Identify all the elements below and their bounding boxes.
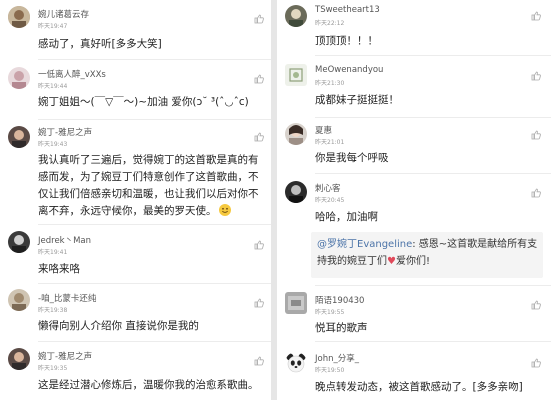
comment-item: Jedrek丶Man 昨天19:41 来咯来咯: [0, 226, 271, 284]
comment-text: 悦耳的歌声: [315, 322, 368, 334]
thumbs-up-icon[interactable]: [254, 235, 264, 250]
username[interactable]: 刺心客: [315, 182, 341, 194]
username[interactable]: 一低离人醉_vXXs: [38, 68, 106, 80]
left-comment-panel: 婉儿诸葛云存 昨天19:47 感动了，真好听[多多大笑] 一低离人醉_vXXs …: [0, 0, 271, 400]
username[interactable]: Jedrek丶Man: [38, 234, 91, 246]
avatar[interactable]: [8, 289, 30, 311]
comment-text: 懒得向别人介绍你 直接说你是我的: [38, 320, 199, 332]
timestamp: 昨天19:35: [38, 365, 68, 372]
timestamp: 昨天22:12: [315, 20, 345, 27]
reply-line: 持我的婉豆丁们♥爱你们!: [317, 253, 537, 270]
comment-item: 一低离人醉_vXXs 昨天19:44 婉丁姐姐～(￣▽￣～)~加油 爱你(ↄ˘ …: [0, 60, 271, 120]
comment-item: 婉丁-雅尼之声 昨天19:43 我认真听了三遍后，觉得婉丁的这首歌是真的有 感而…: [0, 120, 271, 225]
thumbs-up-icon[interactable]: [531, 295, 541, 310]
timestamp: 昨天19:43: [38, 141, 68, 148]
comment-text: 哈哈，加油啊: [315, 211, 378, 223]
comment-item: 刺心客 昨天20:45 哈哈，加油啊 @罗婉丁Evangeline: 感恩~这首…: [277, 174, 551, 286]
avatar[interactable]: [8, 348, 30, 370]
reply-text: 持我的婉豆丁们: [317, 256, 387, 267]
comment-item: -咱_比蒙卡还纯 昨天19:38 懒得向别人介绍你 直接说你是我的: [0, 284, 271, 342]
comment-text-line: 离不弃，永远守候你，最美的罗天使。: [38, 203, 261, 221]
comment-text: 你是我每个呼吸: [315, 152, 389, 164]
username[interactable]: 陌语190430: [315, 294, 364, 306]
avatar[interactable]: [285, 64, 307, 86]
smile-emoji-icon: [218, 204, 231, 216]
username[interactable]: 婉儿诸葛云存: [38, 8, 89, 20]
timestamp: 昨天20:45: [315, 197, 345, 204]
comment-text: 来咯来咯: [38, 263, 80, 275]
timestamp: 昨天19:38: [38, 307, 68, 314]
timestamp: 昨天19:47: [38, 23, 68, 30]
mention-link[interactable]: @罗婉丁Evangeline: [317, 239, 412, 250]
comment-item: 婉儿诸葛云存 昨天19:47 感动了，真好听[多多大笑]: [0, 0, 271, 60]
thumbs-up-icon[interactable]: [254, 351, 264, 366]
comment-text-line: 仅让我们倍感亲切和温暖，也让我们以后对你不: [38, 188, 259, 200]
timestamp: 昨天21:30: [315, 80, 345, 87]
comment-text-line: 我认真听了三遍后，觉得婉丁的这首歌是真的有: [38, 154, 259, 166]
username[interactable]: TSweetheart13: [315, 5, 380, 15]
username[interactable]: -咱_比蒙卡还纯: [38, 292, 96, 304]
comment-text: 成都妹子挺挺挺！: [315, 94, 399, 106]
comment-item: TSweetheart13 昨天22:12 顶顶顶！！！: [277, 0, 551, 56]
thumbs-up-icon[interactable]: [531, 66, 541, 81]
comment-text-line: 感而发，为了婉豆丁们特意创作了这首歌曲，不: [38, 171, 259, 183]
avatar[interactable]: [285, 181, 307, 203]
thumbs-up-icon[interactable]: [531, 353, 541, 368]
right-comment-panel: TSweetheart13 昨天22:12 顶顶顶！！！ MeOwenandyo…: [277, 0, 551, 400]
username[interactable]: 婉丁-雅尼之声: [38, 126, 92, 138]
comment-text: 离不弃，永远守候你，最美的罗天使。: [38, 205, 217, 217]
avatar[interactable]: [285, 123, 307, 145]
reply-text: : 感恩~这首歌是献给所有支: [412, 239, 538, 250]
username[interactable]: MeOwenandyou: [315, 65, 383, 75]
username[interactable]: John_分享_: [315, 352, 359, 364]
thumbs-up-icon[interactable]: [254, 293, 264, 308]
comment-item: 夏惠 昨天21:01 你是我每个呼吸: [277, 118, 551, 174]
thumbs-up-icon[interactable]: [531, 183, 541, 198]
thumbs-up-icon[interactable]: [254, 127, 264, 142]
timestamp: 昨天19:44: [38, 83, 68, 90]
quoted-reply: @罗婉丁Evangeline: 感恩~这首歌是献给所有支 持我的婉豆丁们♥爱你们…: [311, 232, 543, 278]
avatar[interactable]: [8, 6, 30, 28]
avatar[interactable]: [8, 231, 30, 253]
comment-item: John_分享_ 昨天19:50 晚点转发动态，被这首歌感动了。[多多亲吻]: [277, 342, 551, 400]
thumbs-up-icon[interactable]: [531, 6, 541, 21]
username[interactable]: 婉丁-雅尼之声: [38, 350, 92, 362]
heart-emoji-icon: ♥: [387, 256, 396, 267]
comment-text: 顶顶顶！！！: [315, 35, 378, 47]
comment-text: 感动了，真好听[多多大笑]: [38, 38, 162, 50]
avatar[interactable]: [285, 5, 307, 27]
timestamp: 昨天19:50: [315, 367, 345, 374]
timestamp: 昨天19:41: [38, 249, 68, 256]
thumbs-up-icon[interactable]: [254, 9, 264, 24]
comment-item: MeOwenandyou 昨天21:30 成都妹子挺挺挺！: [277, 56, 551, 118]
avatar[interactable]: [285, 352, 307, 374]
avatar[interactable]: [285, 292, 307, 314]
comment-text: 这是经过潜心修炼后，温暖你我的治愈系歌曲。: [38, 379, 259, 391]
avatar[interactable]: [8, 126, 30, 148]
comment-item: 陌语190430 昨天19:55 悦耳的歌声: [277, 286, 551, 342]
comment-text: 晚点转发动态，被这首歌感动了。[多多亲吻]: [315, 381, 523, 393]
avatar[interactable]: [8, 67, 30, 89]
comment-text: 婉丁姐姐～(￣▽￣～)~加油 爱你(ↄ˘ ³(ˆ◡ˆc): [38, 96, 249, 108]
reply-text: 爱你们!: [395, 256, 430, 267]
timestamp: 昨天21:01: [315, 139, 345, 146]
timestamp: 昨天19:55: [315, 309, 345, 316]
comment-item: 婉丁-雅尼之声 昨天19:35 这是经过潜心修炼后，温暖你我的治愈系歌曲。: [0, 342, 271, 400]
thumbs-up-icon[interactable]: [254, 69, 264, 84]
divider: [38, 224, 271, 225]
thumbs-up-icon[interactable]: [531, 125, 541, 140]
username[interactable]: 夏惠: [315, 124, 332, 136]
reply-line: @罗婉丁Evangeline: 感恩~这首歌是献给所有支: [317, 236, 537, 253]
